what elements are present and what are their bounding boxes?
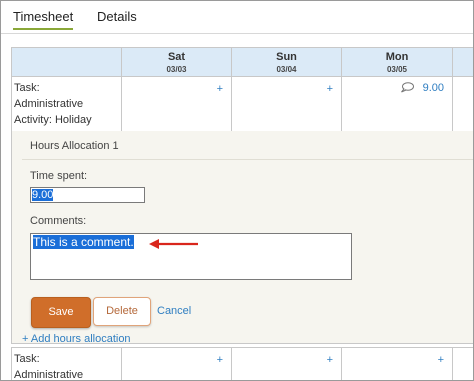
task-label: Task: bbox=[14, 353, 40, 365]
tab-bar: Timesheet Details bbox=[1, 1, 473, 31]
task-label: Task: bbox=[14, 82, 40, 94]
task-cell: Task: Administrative Activity: Holiday bbox=[11, 76, 122, 132]
delete-button[interactable]: Delete bbox=[93, 297, 151, 326]
add-hours-allocation-link[interactable]: + Add hours allocation bbox=[22, 333, 131, 345]
red-arrow-icon bbox=[149, 239, 198, 249]
day-header-sat: Sat 03/03 bbox=[121, 47, 232, 77]
add-hours-icon[interactable]: + bbox=[327, 354, 333, 366]
time-spent-input[interactable]: 9.00 bbox=[30, 187, 145, 203]
add-hours-icon[interactable]: + bbox=[438, 354, 444, 366]
activity-name: Activity: Holiday bbox=[14, 114, 92, 126]
cancel-link[interactable]: Cancel bbox=[157, 305, 191, 317]
task-name: Administrative bbox=[14, 98, 84, 110]
day-name: Sun bbox=[276, 51, 297, 63]
hours-cell-mon[interactable]: + bbox=[341, 347, 453, 380]
hours-cell-sun[interactable]: + bbox=[231, 347, 342, 380]
day-header-sun: Sun 03/04 bbox=[231, 47, 342, 77]
comments-value: This is a comment. bbox=[33, 235, 134, 249]
day-name: Mon bbox=[385, 51, 409, 63]
task-name: Administrative bbox=[14, 369, 84, 381]
panel-divider bbox=[22, 159, 473, 160]
timesheet-window: Timesheet Details Sat 03/03 Sun 03/04 Mo… bbox=[0, 0, 474, 381]
hours-cell-mon[interactable]: 9.00 bbox=[341, 76, 453, 132]
hours-value[interactable]: 9.00 bbox=[423, 82, 444, 94]
hours-cell-next bbox=[452, 347, 473, 380]
hours-cell-sat[interactable]: + bbox=[121, 76, 232, 132]
hours-cell-next bbox=[452, 76, 473, 132]
day-header-mon: Mon 03/05 bbox=[341, 47, 453, 77]
time-spent-label: Time spent: bbox=[30, 170, 88, 182]
tab-divider bbox=[1, 33, 473, 34]
hours-cell-sun[interactable]: + bbox=[231, 76, 342, 132]
time-spent-value: 9.00 bbox=[32, 189, 54, 201]
comment-icon[interactable] bbox=[400, 82, 414, 93]
save-button[interactable]: Save bbox=[31, 297, 91, 328]
allocation-title: Hours Allocation 1 bbox=[30, 140, 119, 152]
task-cell: Task: Administrative bbox=[11, 347, 122, 381]
day-date: 03/05 bbox=[386, 65, 408, 74]
hours-allocation-panel: Hours Allocation 1 Time spent: 9.00 Comm… bbox=[11, 131, 473, 345]
comments-label: Comments: bbox=[30, 215, 87, 227]
day-date: 03/04 bbox=[276, 65, 297, 74]
add-hours-icon[interactable]: + bbox=[217, 354, 223, 366]
add-hours-icon[interactable]: + bbox=[327, 83, 333, 95]
task-column-header bbox=[11, 47, 122, 77]
day-header-next bbox=[452, 47, 473, 77]
hours-cell-sat[interactable]: + bbox=[121, 347, 232, 380]
day-name: Sat bbox=[167, 51, 186, 63]
tab-timesheet[interactable]: Timesheet bbox=[13, 9, 74, 30]
add-hours-icon[interactable]: + bbox=[217, 83, 223, 95]
tab-details[interactable]: Details bbox=[97, 9, 137, 24]
day-date: 03/03 bbox=[166, 65, 187, 74]
